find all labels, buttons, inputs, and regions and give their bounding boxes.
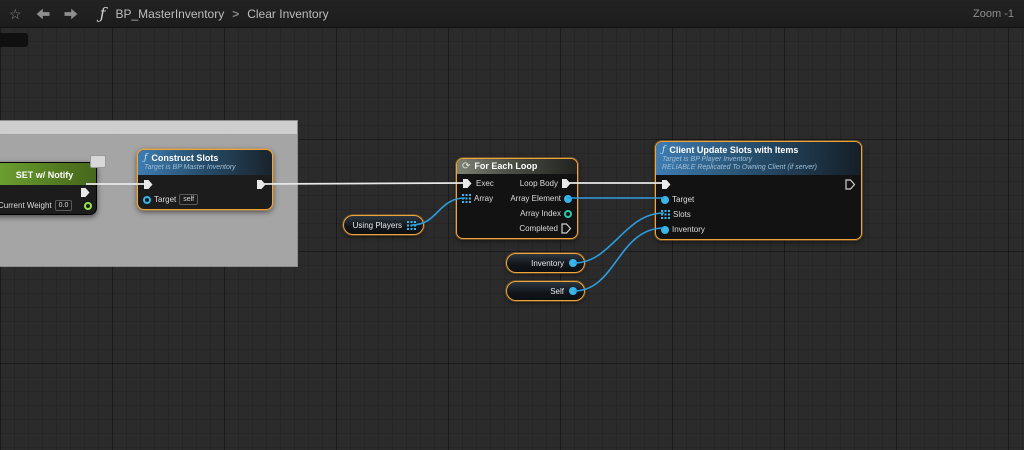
using-players-out-pin[interactable] [407, 221, 416, 230]
node-client-update-slots[interactable]: ƒ Client Update Slots with Items Target … [655, 141, 862, 240]
inventory-label: Inventory [531, 259, 564, 268]
zoom-level-label: Zoom -1 [973, 8, 1014, 20]
var-node-using-players[interactable]: Using Players [343, 215, 424, 235]
wire-self-to-inventory [574, 228, 664, 291]
back-arrow-button[interactable] [36, 8, 50, 20]
node-set-title: SET w/ Notify [16, 170, 74, 180]
set-exec-out-pin[interactable] [80, 187, 91, 198]
function-icon: ƒ [662, 145, 665, 155]
construct-slots-title: Construct Slots [151, 153, 218, 163]
offscreen-node-fragment[interactable] [0, 33, 28, 47]
self-label: Self [550, 287, 564, 296]
client-exec-out-pin[interactable] [845, 179, 856, 190]
client-update-header[interactable]: ƒ Client Update Slots with Items Target … [656, 142, 861, 175]
client-update-subtitle-1: Target is BP Player Inventory [662, 155, 855, 164]
foreach-loop-body-pin[interactable] [561, 178, 572, 189]
client-target-pin[interactable] [661, 196, 669, 204]
graph-toolbar: ☆ ƒ BP_MasterInventory > Clear Inventory… [0, 0, 1024, 28]
var-node-self[interactable]: Self [506, 281, 585, 301]
client-inventory-label: Inventory [672, 225, 705, 234]
client-exec-in-pin[interactable] [661, 179, 672, 190]
breadcrumb-current[interactable]: Clear Inventory [247, 7, 328, 21]
forward-arrow-button[interactable] [64, 8, 78, 20]
construct-slots-subtitle: Target is BP Master Inventory [144, 163, 266, 172]
using-players-label: Using Players [353, 221, 402, 230]
favorite-star-icon[interactable]: ☆ [9, 7, 22, 21]
construct-target-value[interactable]: self [179, 194, 198, 205]
foreach-array-index-pin[interactable] [564, 210, 572, 218]
client-update-subtitle-2: RELIABLE Replicated To Owning Client (if… [662, 164, 855, 172]
set-current-weight-out-pin[interactable] [84, 202, 92, 210]
foreach-array-label: Array [474, 194, 493, 203]
construct-target-label: Target [154, 195, 176, 204]
foreach-completed-label: Completed [519, 224, 558, 233]
comment-box-header[interactable] [0, 121, 297, 135]
client-inventory-pin[interactable] [661, 226, 669, 234]
set-current-weight-label: Current Weight [0, 201, 52, 210]
foreach-array-index-label: Array Index [520, 209, 561, 218]
wire-inventory-to-slots [574, 213, 664, 263]
function-graph-icon: ƒ [100, 6, 106, 22]
self-out-pin[interactable] [569, 287, 577, 295]
blueprint-editor: ☆ ƒ BP_MasterInventory > Clear Inventory… [0, 0, 1024, 450]
foreach-array-element-label: Array Element [510, 194, 561, 203]
for-each-loop-title: For Each Loop [474, 161, 537, 172]
inventory-out-pin[interactable] [569, 259, 577, 267]
client-slots-label: Slots [673, 210, 691, 219]
foreach-array-pin[interactable] [462, 194, 471, 203]
for-each-loop-header[interactable]: ⟳ For Each Loop [457, 159, 577, 174]
client-target-label: Target [672, 195, 694, 204]
var-node-inventory[interactable]: Inventory [506, 253, 585, 273]
function-icon: ƒ [144, 153, 147, 163]
construct-exec-out-pin[interactable] [256, 179, 267, 190]
node-set-header[interactable]: SET w/ Notify [0, 163, 96, 185]
foreach-exec-label: Exec [476, 179, 494, 188]
client-update-title: Client Update Slots with Items [669, 145, 798, 155]
node-construct-slots[interactable]: ƒ Construct Slots Target is BP Master In… [137, 149, 273, 210]
foreach-loop-body-label: Loop Body [520, 179, 558, 188]
client-slots-pin[interactable] [661, 210, 670, 219]
foreach-completed-pin[interactable] [561, 223, 572, 234]
node-set-current-weight[interactable]: SET w/ Notify Current Weight 0.0 [0, 162, 97, 215]
construct-target-pin[interactable] [143, 196, 151, 204]
construct-slots-header[interactable]: ƒ Construct Slots Target is BP Master In… [138, 150, 272, 175]
foreach-exec-in-pin[interactable] [462, 178, 473, 189]
construct-exec-in-pin[interactable] [143, 179, 154, 190]
breadcrumb-separator-icon: > [232, 7, 239, 21]
node-corner-badge[interactable] [90, 155, 106, 168]
node-for-each-loop[interactable]: ⟳ For Each Loop Exec Array [456, 158, 578, 239]
foreach-array-element-pin[interactable] [564, 195, 572, 203]
set-current-weight-value[interactable]: 0.0 [55, 200, 73, 211]
graph-canvas[interactable]: SET w/ Notify Current Weight 0.0 ƒ Const… [0, 27, 1024, 450]
breadcrumb-root[interactable]: BP_MasterInventory [115, 7, 224, 21]
loop-icon: ⟳ [462, 161, 470, 172]
